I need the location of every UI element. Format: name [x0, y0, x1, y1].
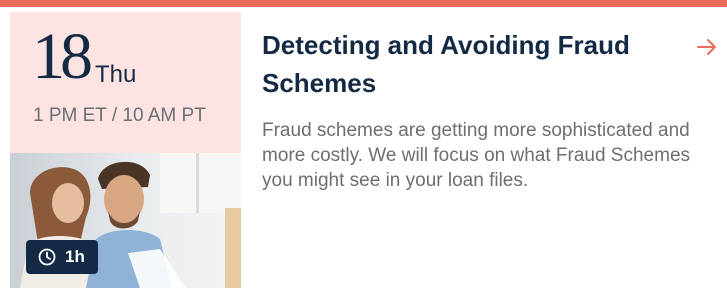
- event-day-number: 18: [32, 20, 93, 93]
- event-title[interactable]: Detecting and Avoiding Fraud Schemes: [262, 26, 702, 102]
- event-time: 1 PM ET / 10 AM PT: [33, 105, 206, 126]
- webinar-card[interactable]: 18 Thu 1 PM ET / 10 AM PT 1h Detecting a…: [0, 0, 727, 288]
- duration-badge: 1h: [26, 240, 98, 274]
- arrow-right-icon[interactable]: [696, 36, 718, 58]
- date-panel: 18 Thu 1 PM ET / 10 AM PT 1h: [10, 12, 241, 288]
- event-photo: 1h: [10, 153, 241, 288]
- top-accent-bar: [0, 0, 727, 7]
- clock-icon: [38, 248, 56, 266]
- duration-label: 1h: [65, 247, 85, 266]
- event-weekday: Thu: [95, 61, 137, 88]
- event-content: Detecting and Avoiding Fraud Schemes Fra…: [262, 26, 702, 193]
- event-description: Fraud schemes are getting more sophistic…: [262, 120, 691, 191]
